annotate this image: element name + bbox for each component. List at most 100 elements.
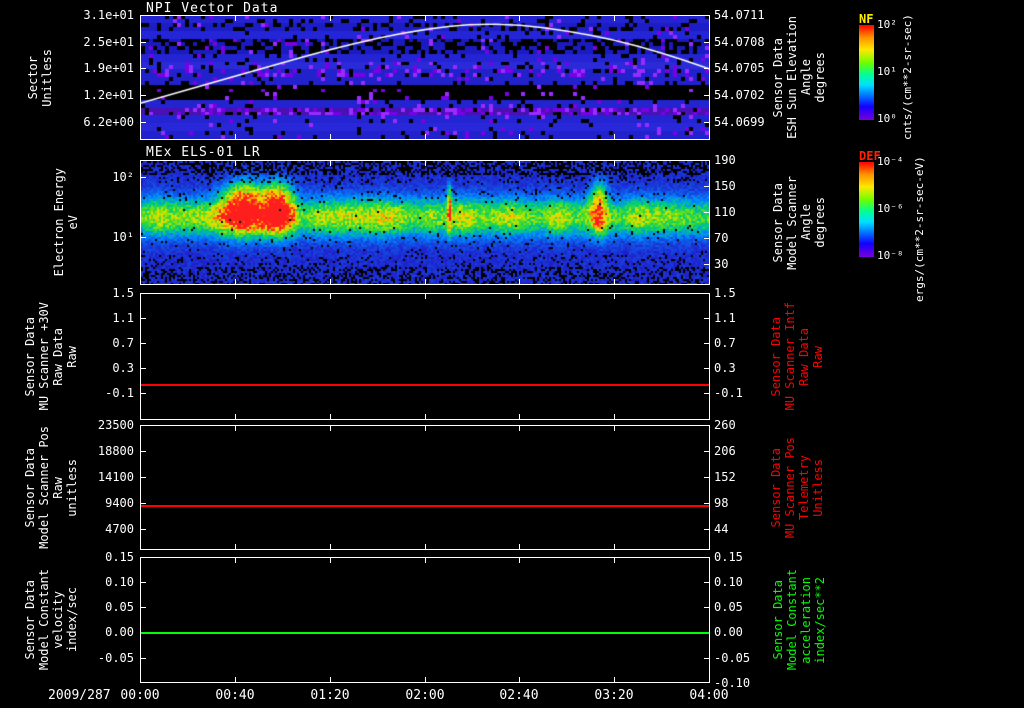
x-tick-mark bbox=[140, 426, 141, 431]
y-axis-label-line: Unitless bbox=[39, 48, 54, 107]
nf-colorbar-title: NF bbox=[859, 12, 874, 26]
y-axis-label-line: Sensor Data bbox=[22, 580, 37, 660]
right-axis-label-panel3: Sensor Data MU Scanner Intf Raw Data Raw bbox=[766, 293, 828, 420]
x-tick-mark bbox=[709, 294, 710, 299]
x-tick-mark bbox=[235, 558, 236, 563]
y-tick-mark bbox=[141, 529, 146, 530]
x-tick-mark bbox=[425, 677, 426, 682]
x-tick-mark bbox=[140, 16, 141, 21]
y-axis-label-line: velocity bbox=[50, 591, 65, 649]
x-tick-mark bbox=[235, 426, 236, 431]
y-tick-mark bbox=[141, 582, 146, 583]
right-axis-label-line: MU Scanner Intf bbox=[782, 302, 797, 411]
multi-panel-plot-viewer: NPI Vector Data MEx ELS-01 LR NF 10² 10¹… bbox=[0, 0, 1024, 708]
y-axis-label-line: Electron Energy bbox=[51, 168, 66, 277]
def-colorbar-units: ergs/(cm**2-sr-sec-eV) bbox=[913, 156, 926, 302]
x-tick-mark bbox=[709, 544, 710, 549]
nf-colorbar-units: cnts/(cm**2-sr-sec) bbox=[901, 14, 914, 140]
right-axis-label-line: MU Scanner Pos bbox=[782, 436, 797, 539]
x-tick-mark bbox=[519, 161, 520, 166]
right-axis-label-line: Sensor Data bbox=[768, 447, 783, 528]
x-tick-mark bbox=[140, 134, 141, 139]
y-axis-label-line: Sector bbox=[25, 55, 40, 100]
y-tick-mark bbox=[704, 425, 709, 426]
y-tick-mark bbox=[704, 15, 709, 16]
x-tick-mark bbox=[519, 677, 520, 682]
right-axis-label-panel2: Sensor Data Model Scanner Angle degrees bbox=[770, 160, 828, 285]
right-axis-label-line: Angle bbox=[798, 59, 813, 96]
x-tick-mark bbox=[425, 414, 426, 419]
x-tick-mark bbox=[330, 16, 331, 21]
x-tick-mark bbox=[614, 414, 615, 419]
x-tick-mark bbox=[709, 414, 710, 419]
panel-title-npi: NPI Vector Data bbox=[146, 1, 279, 16]
x-tick-mark bbox=[614, 426, 615, 431]
y-tick-mark bbox=[141, 503, 146, 504]
y-tick-mark bbox=[141, 42, 146, 43]
y-axis-label-panel3: Sensor Data MU Scanner +30V Raw Data Raw bbox=[20, 293, 82, 420]
y-tick-mark bbox=[141, 557, 146, 558]
y-tick-mark bbox=[704, 238, 709, 239]
y-tick-mark bbox=[141, 237, 146, 238]
y-tick-mark bbox=[704, 503, 709, 504]
x-tick-mark bbox=[519, 426, 520, 431]
y-axis-label-line: eV bbox=[65, 215, 80, 230]
x-tick-mark bbox=[425, 16, 426, 21]
x-tick-mark bbox=[519, 134, 520, 139]
right-axis-label-line: ESH Sun Elevation bbox=[784, 16, 799, 139]
x-tick-mark bbox=[235, 161, 236, 166]
x-tick-mark bbox=[614, 558, 615, 563]
x-tick-mark bbox=[614, 134, 615, 139]
nf-colorbar-tick: 10⁰ bbox=[877, 112, 897, 125]
right-axis-label-panel4: Sensor Data MU Scanner Pos Telemetry Unitle… bbox=[766, 425, 828, 550]
y-tick-mark bbox=[704, 95, 709, 96]
y-tick-mark bbox=[704, 658, 709, 659]
x-tick-mark bbox=[235, 414, 236, 419]
x-tick-mark bbox=[709, 16, 710, 21]
y-axis-label-line: Model Constant bbox=[36, 569, 51, 671]
y-tick-mark bbox=[704, 477, 709, 478]
x-tick-mark bbox=[519, 414, 520, 419]
right-axis-label-line: acceleration bbox=[798, 576, 813, 664]
x-tick-mark bbox=[330, 426, 331, 431]
y-tick-mark bbox=[704, 582, 709, 583]
x-tick-mark bbox=[425, 558, 426, 563]
x-tick-mark bbox=[330, 279, 331, 284]
y-tick-mark bbox=[704, 529, 709, 530]
right-axis-label-line: Sensor Data bbox=[768, 316, 783, 397]
time-tick-label: 00:00 bbox=[120, 688, 160, 703]
right-axis-label-line: degrees bbox=[812, 52, 827, 103]
y-tick-mark bbox=[141, 95, 146, 96]
x-tick-mark bbox=[235, 134, 236, 139]
x-tick-mark bbox=[709, 677, 710, 682]
els-spectrogram-image bbox=[141, 161, 709, 284]
nf-colorbar-tick: 10¹ bbox=[877, 65, 897, 78]
mu-scanner-line-panel bbox=[140, 293, 710, 420]
right-axis-label-line: Sensor Data bbox=[770, 37, 785, 118]
x-tick-mark bbox=[140, 414, 141, 419]
time-tick-label: 04:00 bbox=[689, 688, 729, 703]
x-tick-mark bbox=[235, 677, 236, 682]
x-tick-mark bbox=[425, 279, 426, 284]
y-tick-mark bbox=[704, 343, 709, 344]
x-tick-mark bbox=[140, 558, 141, 563]
x-tick-mark bbox=[519, 544, 520, 549]
y-tick-mark bbox=[141, 293, 146, 294]
x-tick-mark bbox=[709, 134, 710, 139]
y-tick-mark bbox=[704, 68, 709, 69]
x-tick-mark bbox=[235, 294, 236, 299]
x-tick-mark bbox=[425, 161, 426, 166]
y-tick-mark bbox=[141, 658, 146, 659]
x-tick-mark bbox=[140, 544, 141, 549]
y-axis-label-line: Raw Data bbox=[50, 327, 65, 386]
y-tick-mark bbox=[704, 160, 709, 161]
right-axis-label-line: Sensor Data bbox=[770, 580, 785, 660]
x-tick-mark bbox=[709, 161, 710, 166]
x-tick-mark bbox=[235, 279, 236, 284]
right-axis-label-line: Unitless bbox=[810, 458, 825, 517]
date-label: 2009/287 bbox=[48, 688, 111, 703]
x-tick-mark bbox=[425, 134, 426, 139]
x-tick-mark bbox=[330, 414, 331, 419]
y-tick-mark bbox=[141, 425, 146, 426]
y-tick-mark bbox=[141, 451, 146, 452]
